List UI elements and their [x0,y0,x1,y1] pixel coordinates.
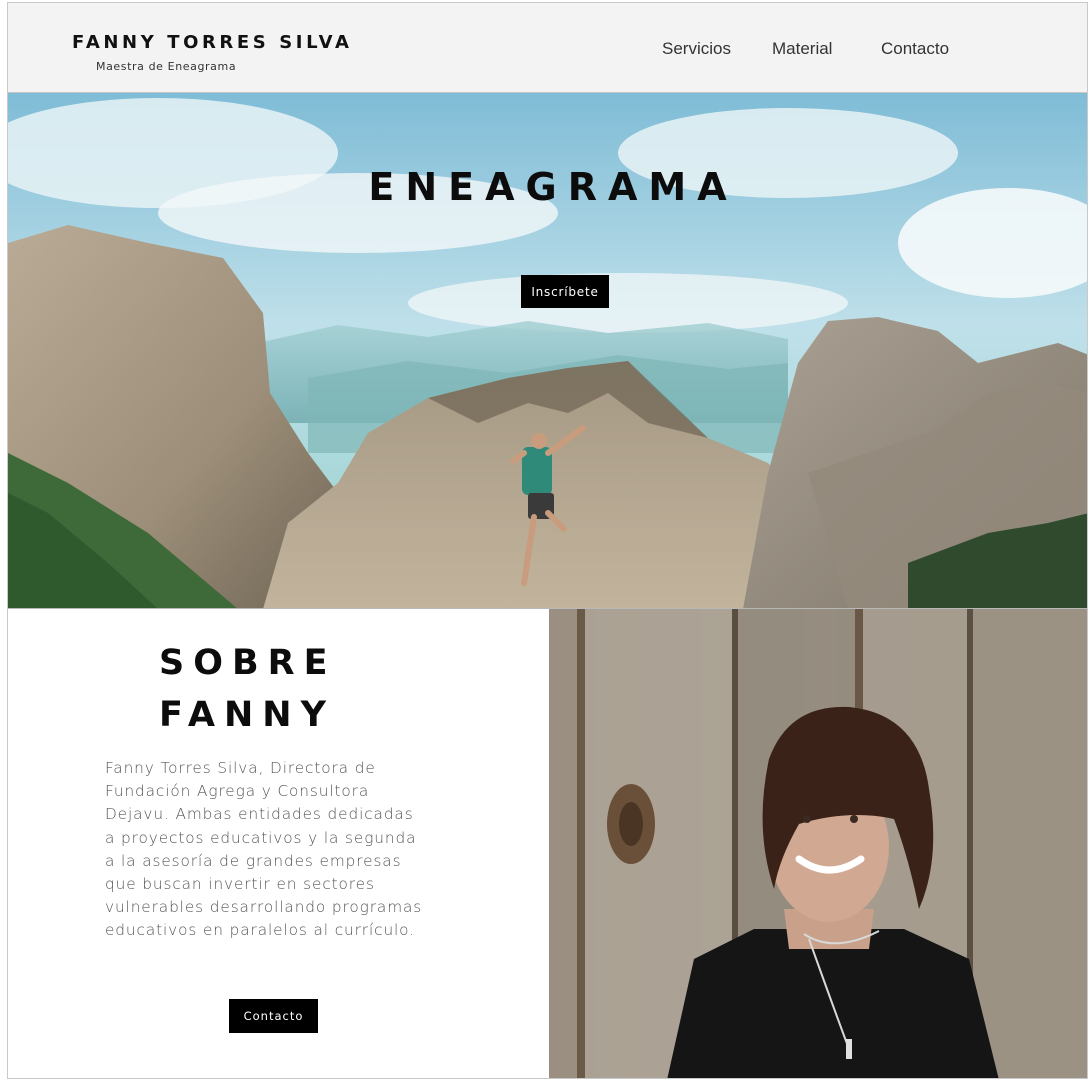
nav-servicios[interactable]: Servicios [662,39,731,59]
site-header: FANNY TORRES SILVA Maestra de Eneagrama … [8,3,1087,93]
about-section: SOBRE FANNY Fanny Torres Silva, Director… [8,609,549,1078]
about-body-line: a proyectos educativos y la segunda [105,828,417,847]
about-body-line: Dejavu. Ambas entidades dedicadas [105,805,414,824]
about-title-line1: SOBRE [159,643,337,683]
about-title-line2: FANNY [159,695,335,735]
about-body-line: Fanny Torres Silva, Directora de [105,759,376,777]
contacto-button[interactable]: Contacto [229,999,318,1033]
brand-name[interactable]: FANNY TORRES SILVA [72,32,353,53]
brand-subtitle: Maestra de Eneagrama [96,60,237,73]
about-body-line: a la asesoría de grandes empresas [105,851,402,870]
portrait-image [549,609,1087,1078]
about-body: Fanny Torres Silva, Directora de Fundaci… [105,757,445,943]
about-body-line: Fundación Agrega y Consultora [105,782,370,801]
about-body-line: que buscan invertir en sectores [105,875,375,894]
inscribete-button[interactable]: Inscríbete [521,275,609,308]
hero-section: ENEAGRAMA Inscríbete [8,93,1087,609]
hero-title: ENEAGRAMA [368,165,738,209]
about-body-line: vulnerables desarrollando programas [105,898,423,917]
portrait-photo [549,609,1087,1078]
nav-contacto[interactable]: Contacto [881,39,949,59]
nav-material[interactable]: Material [772,39,832,59]
about-body-line: educativos en paralelos al currículo. [105,921,415,940]
about-title: SOBRE FANNY [159,637,337,741]
page: FANNY TORRES SILVA Maestra de Eneagrama … [7,2,1088,1079]
